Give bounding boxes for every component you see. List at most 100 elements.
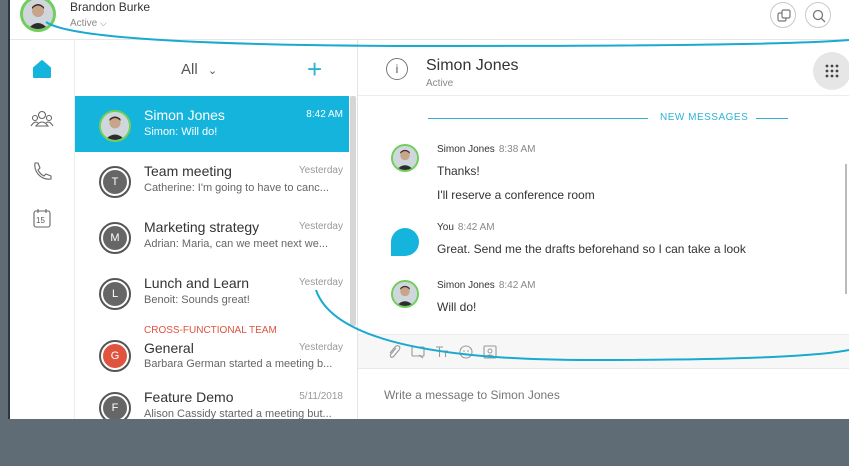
message-text: I'll reserve a conference room bbox=[437, 188, 595, 202]
user-status-label: Active bbox=[70, 18, 98, 29]
avatar-initial: G bbox=[103, 344, 127, 368]
avatar: T bbox=[99, 166, 131, 198]
image-icon bbox=[483, 345, 497, 359]
message-header: Simon Jones 8:38 AM bbox=[437, 144, 536, 155]
avatar bbox=[391, 280, 419, 308]
message-input[interactable] bbox=[384, 385, 824, 405]
message-sender: You bbox=[437, 222, 454, 233]
avatar-initial: T bbox=[103, 170, 127, 194]
avatar: G bbox=[99, 340, 131, 372]
popout-icon bbox=[777, 9, 791, 22]
phone-icon bbox=[34, 162, 52, 180]
item-title: Simon Jones bbox=[144, 107, 225, 123]
list-item[interactable]: F Feature Demo 5/11/2018 Alison Cassidy … bbox=[75, 378, 349, 419]
nav-calendar[interactable]: 15 bbox=[29, 206, 55, 232]
item-title: Feature Demo bbox=[144, 389, 234, 405]
item-title: Lunch and Learn bbox=[144, 275, 250, 291]
list-scrollbar[interactable] bbox=[350, 96, 356, 326]
item-preview: Adrian: Maria, can we meet next we... bbox=[144, 238, 329, 250]
popout-button[interactable] bbox=[770, 2, 796, 28]
avatar bbox=[391, 144, 419, 172]
new-messages-divider: NEW MESSAGES bbox=[428, 112, 788, 126]
nav-home[interactable] bbox=[29, 56, 55, 82]
list-item[interactable]: T Team meeting Yesterday Catherine: I'm … bbox=[75, 152, 349, 208]
message-text: Thanks! bbox=[437, 164, 480, 178]
new-messages-label: NEW MESSAGES bbox=[660, 112, 749, 123]
item-preview: Alison Cassidy started a meeting but... bbox=[144, 408, 332, 419]
item-preview: Barbara German started a meeting b... bbox=[144, 358, 333, 370]
avatar: L bbox=[99, 278, 131, 310]
screen-capture-button[interactable] bbox=[410, 344, 426, 363]
message-text: Will do! bbox=[437, 300, 477, 314]
message-time: 8:42 AM bbox=[498, 280, 536, 291]
apps-menu-button[interactable] bbox=[813, 52, 849, 90]
message-time: 8:42 AM bbox=[457, 222, 495, 233]
chat-scrollbar[interactable] bbox=[845, 164, 847, 294]
list-item[interactable]: L Lunch and Learn Yesterday Benoit: Soun… bbox=[75, 264, 349, 320]
item-title: General bbox=[144, 340, 194, 356]
message-sender: Simon Jones bbox=[437, 280, 495, 291]
item-preview: Benoit: Sounds great! bbox=[144, 294, 250, 306]
nav-contacts[interactable] bbox=[29, 106, 55, 132]
list-item[interactable]: Simon Jones 8:42 AM Simon: Will do! bbox=[75, 96, 349, 152]
nav-calls[interactable] bbox=[29, 158, 55, 184]
chat-status: Active bbox=[426, 78, 454, 89]
self-message-icon bbox=[391, 228, 419, 256]
user-status-dropdown[interactable]: Active ⌵ bbox=[70, 18, 107, 29]
emoji-button[interactable] bbox=[458, 344, 474, 363]
contacts-icon bbox=[30, 110, 54, 127]
text-format-button[interactable] bbox=[434, 344, 450, 363]
item-preview: Simon: Will do! bbox=[144, 126, 218, 138]
avatar-initial: M bbox=[103, 226, 127, 250]
filter-dropdown[interactable]: All ⌄ bbox=[181, 61, 217, 78]
navigation-rail: 15 bbox=[10, 40, 75, 419]
image-button[interactable] bbox=[482, 344, 498, 363]
avatar-initial: F bbox=[103, 396, 127, 419]
search-button[interactable] bbox=[805, 2, 831, 28]
new-conversation-button[interactable]: + bbox=[307, 56, 322, 82]
message-header: You 8:42 AM bbox=[437, 222, 495, 233]
item-time: Yesterday bbox=[298, 342, 343, 353]
list-header: All ⌄ + bbox=[75, 40, 358, 96]
message-sender: Simon Jones bbox=[437, 144, 495, 155]
list-item[interactable]: M Marketing strategy Yesterday Adrian: M… bbox=[75, 208, 349, 264]
filter-label: All bbox=[181, 61, 198, 78]
chat-title: Simon Jones bbox=[426, 57, 519, 74]
attach-button[interactable] bbox=[386, 344, 402, 363]
app-window: Brandon Burke Active ⌵ 15 All ⌄ + Simon … bbox=[10, 0, 849, 419]
text-format-icon bbox=[436, 346, 448, 357]
list-item[interactable]: CROSS-FUNCTIONAL TEAM G General Yesterda… bbox=[75, 320, 349, 376]
calendar-day: 15 bbox=[36, 216, 45, 225]
item-time: Yesterday bbox=[298, 277, 343, 288]
top-bar: Brandon Burke Active ⌵ bbox=[10, 0, 849, 40]
chat-header: i Simon Jones Active bbox=[358, 40, 849, 96]
avatar bbox=[99, 110, 131, 142]
avatar: F bbox=[99, 392, 131, 419]
item-time: Yesterday bbox=[298, 165, 343, 176]
user-name: Brandon Burke bbox=[70, 0, 151, 14]
chevron-down-icon: ⌵ bbox=[100, 18, 107, 28]
info-icon[interactable]: i bbox=[386, 58, 408, 80]
avatar: M bbox=[99, 222, 131, 254]
team-tag: CROSS-FUNCTIONAL TEAM bbox=[144, 325, 277, 336]
home-icon bbox=[33, 60, 51, 78]
chevron-down-icon: ⌄ bbox=[207, 65, 218, 77]
my-avatar[interactable] bbox=[20, 0, 56, 32]
item-title: Team meeting bbox=[144, 163, 232, 179]
compose-toolbar bbox=[358, 334, 849, 368]
item-title: Marketing strategy bbox=[144, 219, 260, 235]
item-time: 5/11/2018 bbox=[299, 391, 343, 402]
compose-area bbox=[358, 368, 849, 419]
item-preview: Catherine: I'm going to have to canc... bbox=[144, 182, 329, 194]
message-header: Simon Jones 8:42 AM bbox=[437, 280, 536, 291]
message-time: 8:38 AM bbox=[498, 144, 536, 155]
message-text: Great. Send me the drafts beforehand so … bbox=[437, 242, 746, 256]
grid-icon bbox=[825, 64, 839, 78]
item-time: 8:42 AM bbox=[306, 109, 343, 120]
avatar-initial: L bbox=[103, 282, 127, 306]
conversation-list: All ⌄ + Simon Jones 8:42 AM Simon: Will … bbox=[75, 40, 358, 419]
paperclip-icon bbox=[389, 345, 401, 358]
search-icon bbox=[812, 9, 826, 23]
emoji-icon bbox=[459, 345, 473, 359]
item-time: Yesterday bbox=[298, 221, 343, 232]
